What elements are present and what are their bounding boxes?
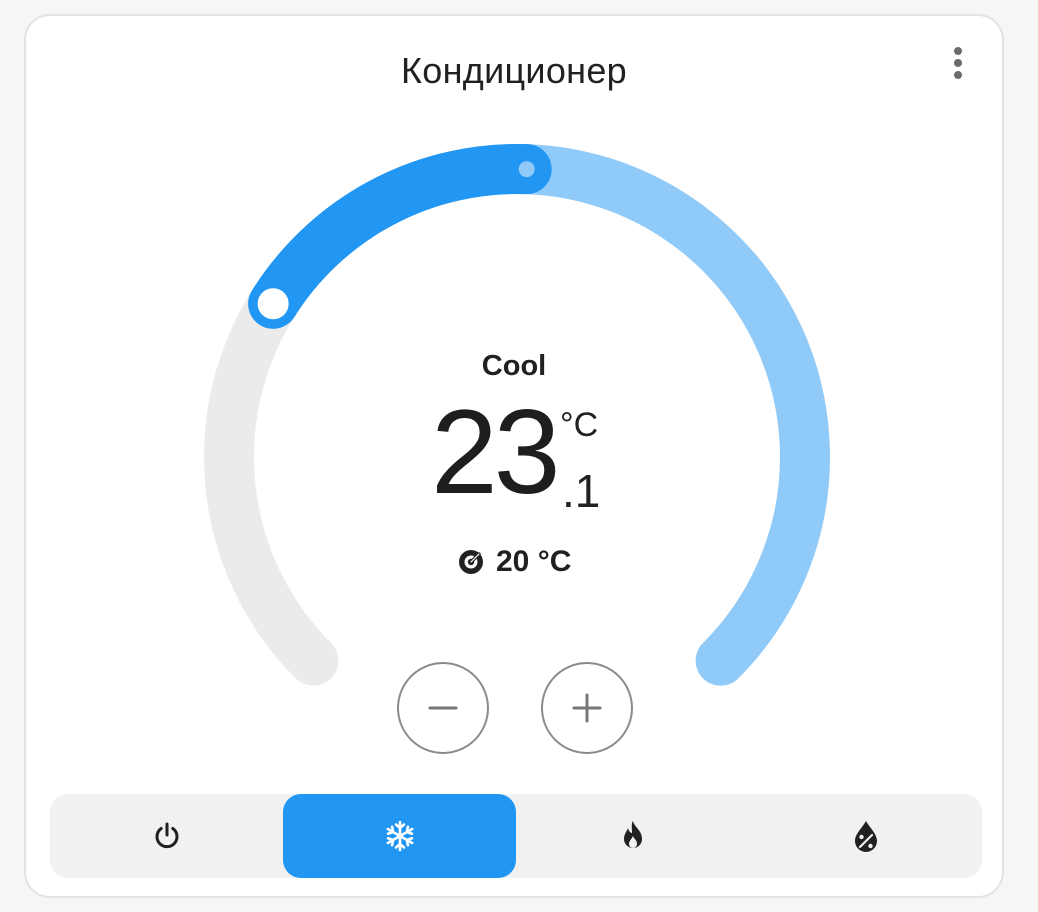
current-temperature-decimal: .1 xyxy=(562,465,601,517)
increase-temperature-button[interactable] xyxy=(541,662,633,754)
power-icon xyxy=(155,822,178,849)
minus-icon xyxy=(428,706,458,710)
water-percent-icon xyxy=(854,821,877,852)
target-temperature-handle[interactable] xyxy=(252,283,294,325)
fire-icon xyxy=(623,821,642,848)
current-temperature-integer: 23 xyxy=(431,385,560,519)
hvac-action-label: Cool xyxy=(481,350,547,382)
hvac-mode-selector xyxy=(50,794,982,878)
plus-icon xyxy=(572,693,602,723)
thermostat-target-icon xyxy=(459,550,483,574)
target-temperature-value: 20 °C xyxy=(496,545,572,578)
gauge-fill xyxy=(248,144,552,329)
mode-cool-button[interactable] xyxy=(283,794,516,878)
temperature-unit: °C xyxy=(560,406,599,444)
snowflake-icon xyxy=(386,820,413,852)
current-temperature-marker xyxy=(518,161,535,178)
mode-heat-button[interactable] xyxy=(516,794,749,878)
mode-off-button[interactable] xyxy=(50,794,283,878)
target-temperature-row: 20 °C xyxy=(458,544,571,580)
climate-card: Кондиционер Cool 23 °C .1 20 °C xyxy=(24,14,1004,898)
mode-dry-button[interactable] xyxy=(749,794,982,878)
decrease-temperature-button[interactable] xyxy=(397,662,489,754)
